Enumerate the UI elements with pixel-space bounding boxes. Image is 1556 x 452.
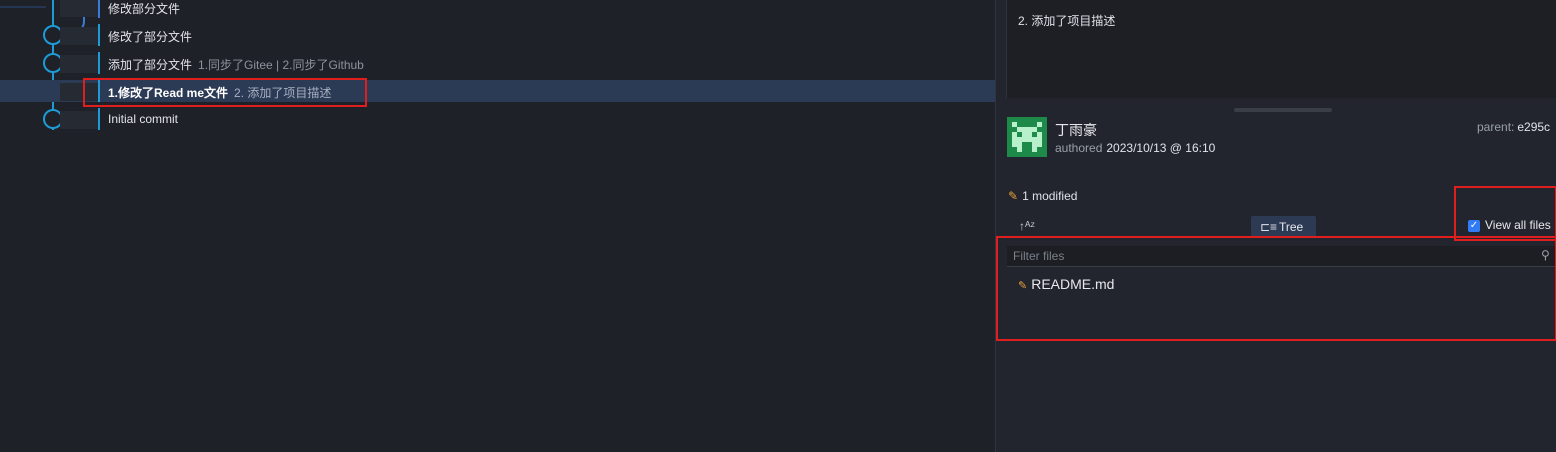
file-list-item[interactable]: ✎ README.md	[1018, 276, 1114, 292]
sort-az-icon[interactable]: ↑ᴬᶻ	[1019, 219, 1035, 233]
commit-graph-panel: 修改部分文件 修改了部分文件 添加了部分文件 1.同步了Gitee | 2.同步了…	[0, 0, 995, 452]
pencil-icon: ✎	[1008, 189, 1019, 203]
commit-lane-bar	[98, 24, 100, 46]
commit-description-box: 2. 添加了项目描述	[1006, 0, 1556, 98]
commit-row[interactable]: 修改了部分文件	[0, 24, 995, 46]
filter-files-field[interactable]: ⚲	[1007, 246, 1556, 267]
tree-icon: ⊏≡	[1260, 220, 1278, 234]
commit-lane-bar	[98, 108, 100, 130]
commit-description: 2. 添加了项目描述	[234, 86, 332, 100]
resize-handle[interactable]	[1234, 108, 1332, 112]
commit-stub	[60, 27, 98, 45]
modified-summary: ✎ 1 modified	[1008, 189, 1078, 203]
tree-view-button[interactable]: ⊏≡ Tree	[1251, 216, 1316, 238]
commit-message: Initial commit	[108, 112, 179, 126]
parent-sha-link[interactable]: e295c	[1517, 120, 1550, 134]
commit-row[interactable]: Initial commit	[0, 108, 995, 130]
commit-stub	[60, 111, 98, 129]
highlight-box-view-all	[1454, 186, 1556, 241]
commit-message: 修改部分文件	[108, 2, 181, 16]
commit-row[interactable]: 修改部分文件	[0, 0, 995, 18]
authored-info: authored 2023/10/13 @ 16:10	[1055, 141, 1216, 155]
commit-stub	[60, 55, 98, 73]
commit-row-selected[interactable]: 1.修改了Read me文件 2. 添加了项目描述	[0, 80, 995, 102]
authored-date: 2023/10/13 @ 16:10	[1106, 141, 1216, 155]
commit-row[interactable]: 添加了部分文件 1.同步了Gitee | 2.同步了Github	[0, 52, 995, 74]
commit-message: 1.修改了Read me文件 2. 添加了项目描述	[108, 86, 332, 100]
filter-files-input[interactable]	[1007, 246, 1527, 266]
commit-lane-bar	[98, 80, 100, 102]
commit-stub	[60, 83, 98, 101]
file-name: README.md	[1031, 276, 1115, 292]
view-all-files-toggle[interactable]: ✓ View all files	[1468, 218, 1551, 232]
commit-message: 修改了部分文件	[108, 30, 193, 44]
commit-description: 1.同步了Gitee | 2.同步了Github	[198, 58, 364, 72]
commit-lane-bar	[98, 0, 100, 18]
author-avatar	[1007, 117, 1047, 157]
commit-lane-bar	[98, 52, 100, 74]
commit-description-text: 2. 添加了项目描述	[1018, 14, 1116, 28]
commit-details-panel: 2. 添加了项目描述 丁雨豪 authored 2023/10/13 @ 16:1…	[995, 0, 1556, 452]
pencil-icon: ✎	[1018, 280, 1028, 292]
commit-stub	[60, 0, 98, 17]
commit-message: 添加了部分文件 1.同步了Gitee | 2.同步了Github	[108, 58, 364, 72]
author-name: 丁雨豪	[1055, 122, 1097, 138]
view-all-files-label: View all files	[1485, 218, 1551, 232]
search-icon[interactable]: ⚲	[1541, 248, 1550, 262]
checkbox-checked-icon[interactable]: ✓	[1468, 219, 1480, 232]
parent-info: parent: e295c	[1477, 120, 1551, 134]
tree-view-label: Tree	[1279, 220, 1304, 234]
